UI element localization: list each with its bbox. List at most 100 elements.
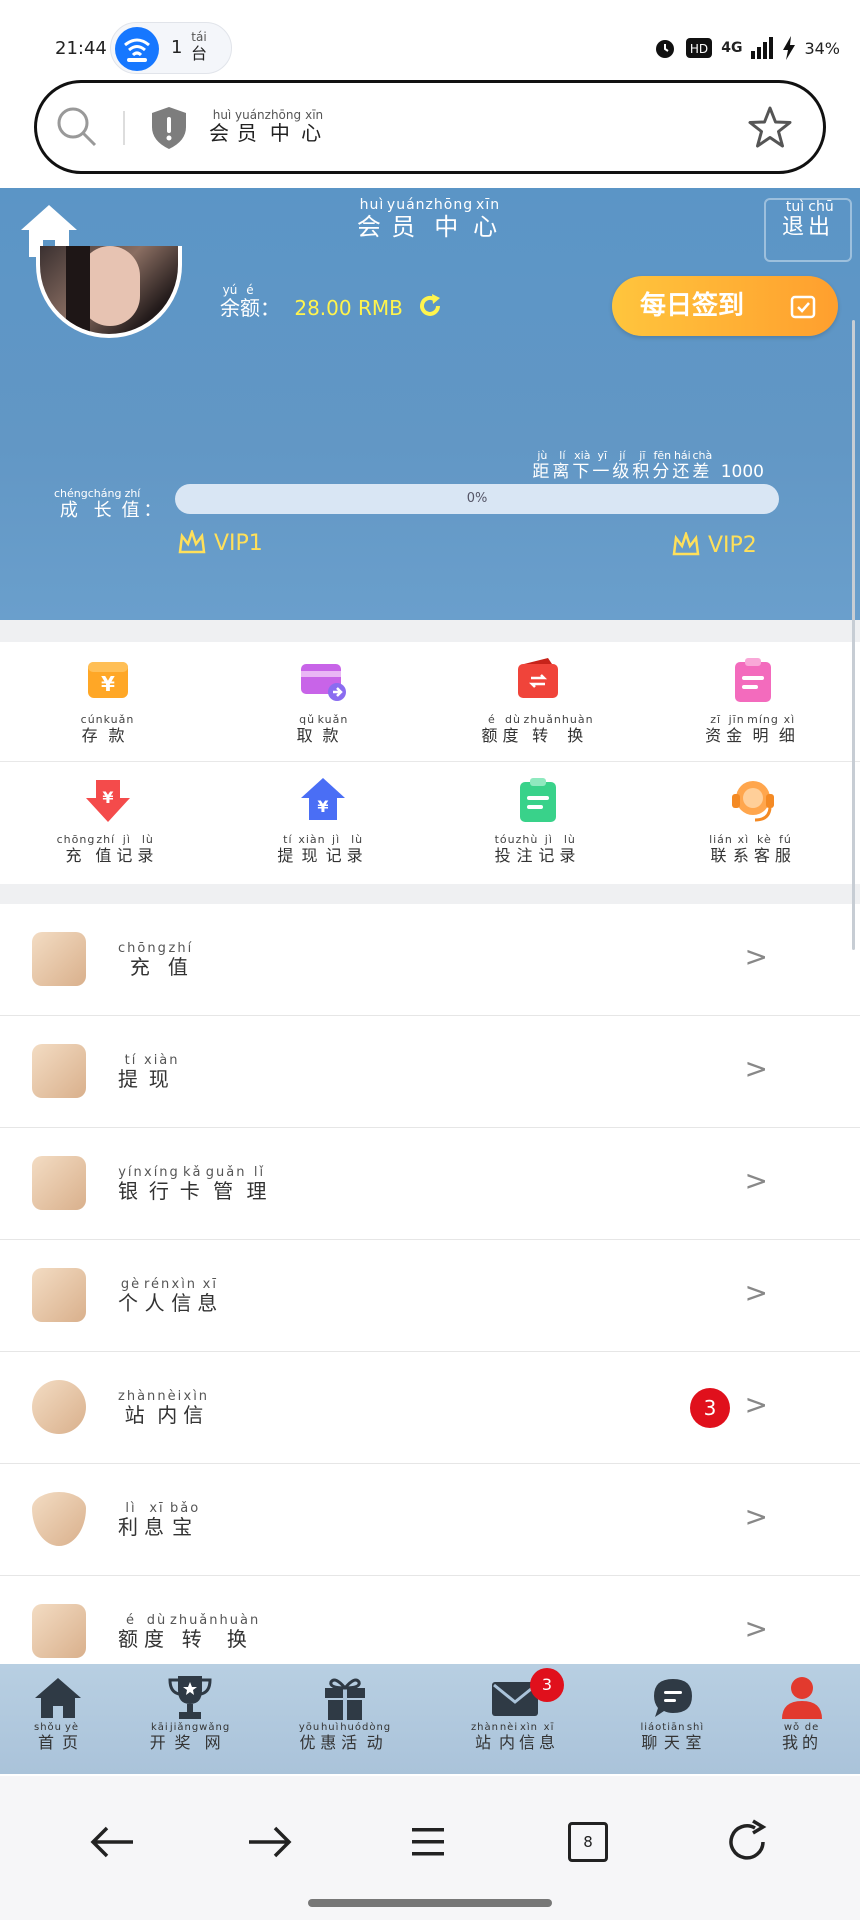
withdraw-icon bbox=[301, 664, 346, 701]
recharge-record-icon: ¥ bbox=[86, 780, 130, 822]
chevron-right-icon: > bbox=[744, 1276, 768, 1309]
grid-item-withdraw-record[interactable]: ¥ 提tí现xiàn记jì录lù bbox=[215, 762, 430, 882]
withdraw-cash-icon bbox=[32, 1044, 86, 1098]
clipboard-icon bbox=[735, 658, 771, 702]
bottom-tab-bar: 首shǒu页yè 开kāi奖jiǎng网wǎng 优yōu惠huì活huó动dò… bbox=[0, 1664, 860, 1774]
transfer-icon bbox=[518, 658, 558, 698]
svg-text:HD: HD bbox=[690, 42, 708, 56]
list-item-recharge[interactable]: 充chōng值zhí > bbox=[0, 904, 860, 1016]
status-icons: HD 4G 34% bbox=[653, 36, 840, 60]
page-title: 会huì员yuán中zhōng心xīn bbox=[356, 197, 504, 241]
tab-messages[interactable]: 3 站zhàn内nèi信xìn息xī bbox=[445, 1668, 585, 1753]
crown-icon bbox=[178, 530, 206, 554]
grid-item-transfer[interactable]: 额é度dù转zhuǎn换huàn bbox=[430, 642, 645, 762]
tab-promotions[interactable]: 优yōu惠huì活huó动dòng bbox=[275, 1674, 415, 1753]
avatar-hair bbox=[66, 246, 90, 334]
network-type: 4G bbox=[721, 40, 743, 56]
address-bar[interactable]: 会huì员yuán中zhōng心xīn bbox=[34, 80, 826, 174]
balance-value: 28.00 RMB bbox=[294, 296, 403, 320]
refresh-icon[interactable] bbox=[417, 293, 443, 319]
avatar[interactable] bbox=[36, 246, 182, 338]
gift-icon bbox=[325, 1678, 365, 1720]
grid-item-deposit[interactable]: ¥ 存cún款kuǎn bbox=[0, 642, 215, 762]
device-count: 1 bbox=[171, 37, 183, 58]
address-title: 会huì员yuán中zhōng心xīn bbox=[209, 108, 328, 145]
device-unit: 台tái bbox=[191, 30, 208, 63]
daily-checkin-button[interactable]: 每日签到 bbox=[612, 276, 838, 336]
deposit-icon: ¥ bbox=[88, 662, 128, 698]
svg-text:¥: ¥ bbox=[317, 797, 328, 816]
search-icon[interactable] bbox=[55, 105, 99, 149]
signal-icon bbox=[751, 37, 774, 59]
alarm-icon bbox=[656, 40, 675, 58]
progress-text: 0% bbox=[466, 491, 488, 506]
growth-progress-bar: 0% bbox=[175, 484, 779, 514]
home-icon bbox=[35, 1678, 81, 1718]
exchange-icon bbox=[32, 1604, 86, 1658]
chat-icon bbox=[654, 1679, 692, 1717]
menu-icon bbox=[412, 1828, 444, 1856]
tab-mine[interactable]: 我wǒ的de bbox=[732, 1674, 860, 1753]
chevron-right-icon: > bbox=[744, 1612, 768, 1645]
grid-item-bet-record[interactable]: 投tóu注zhù记jì录lù bbox=[430, 762, 645, 882]
balance: 余yú额é： 28.00 RMB bbox=[220, 283, 443, 321]
next-level-text: 距jù离lí下xià一yī级jí积jī分fēn还hái差chà 1000 bbox=[532, 449, 764, 482]
list-item-inbox[interactable]: 站zhàn内nèi信xìn 3 > bbox=[0, 1352, 860, 1464]
quick-actions-grid: ¥ 存cún款kuǎn 取qǔ款kuǎn 额é度dù转zhuǎn换huàn 资z… bbox=[0, 642, 860, 882]
wifi-icon bbox=[115, 27, 159, 71]
reload-button[interactable] bbox=[718, 1812, 778, 1872]
recharge-icon bbox=[32, 932, 86, 986]
grid-item-recharge-record[interactable]: ¥ 充chōng值zhí记jì录lù bbox=[0, 762, 215, 882]
logout-button[interactable]: 退tuì出chū bbox=[764, 198, 852, 262]
back-button[interactable] bbox=[82, 1812, 142, 1872]
crown-icon bbox=[672, 532, 700, 556]
calendar-check-icon bbox=[790, 295, 816, 319]
arrow-left-icon bbox=[90, 1826, 133, 1858]
grid-item-customer-service[interactable]: 联lián系xì客kè服fú bbox=[645, 762, 860, 882]
list-item-interest[interactable]: 利lì息xī宝bǎo > bbox=[0, 1464, 860, 1576]
list-item-bank-card[interactable]: 银yín行xíng卡kǎ管guǎn理lǐ > bbox=[0, 1128, 860, 1240]
growth-label: 成chéng长cháng值zhí： bbox=[54, 487, 166, 521]
mail-icon bbox=[32, 1380, 86, 1434]
grid-item-withdraw[interactable]: 取qǔ款kuǎn bbox=[215, 642, 430, 762]
section-gap bbox=[0, 884, 860, 904]
tab-lottery-results[interactable]: 开kāi奖jiǎng网wǎng bbox=[120, 1674, 260, 1753]
star-icon[interactable] bbox=[747, 105, 793, 151]
member-header: 会huì员yuán中zhōng心xīn 退tuì出chū 余yú额é： 28.0… bbox=[0, 188, 860, 620]
vip-current: VIP1 bbox=[178, 530, 263, 556]
tabs-button[interactable]: 8 bbox=[558, 1812, 618, 1872]
menu-button[interactable] bbox=[398, 1812, 458, 1872]
list-item-profile[interactable]: 个gè人rén信xìn息xī > bbox=[0, 1240, 860, 1352]
diamond-icon bbox=[32, 1492, 86, 1546]
chevron-right-icon: > bbox=[744, 1388, 768, 1421]
status-time: 21:44 bbox=[55, 38, 107, 59]
next-level-points: 1000 bbox=[720, 462, 764, 482]
chevron-right-icon: > bbox=[744, 940, 768, 973]
tab-chatroom[interactable]: 聊liáo天tiān室shì bbox=[603, 1674, 743, 1753]
vip-next: VIP2 bbox=[672, 532, 757, 558]
shield-warning-icon[interactable] bbox=[149, 105, 189, 151]
hd-icon: HD bbox=[686, 38, 713, 58]
gesture-home-bar[interactable] bbox=[308, 1899, 552, 1907]
hotspot-pill[interactable]: 1 台tái bbox=[110, 22, 232, 74]
forward-button[interactable] bbox=[240, 1812, 300, 1872]
status-bar: 21:44 1 台tái HD 4G 34% bbox=[0, 0, 860, 76]
divider bbox=[123, 111, 125, 145]
scrollbar[interactable] bbox=[852, 320, 855, 950]
bet-record-icon bbox=[520, 778, 556, 822]
bank-card-icon bbox=[32, 1156, 86, 1210]
withdraw-record-icon: ¥ bbox=[301, 778, 345, 820]
notification-dot bbox=[531, 1678, 541, 1688]
headset-icon bbox=[732, 781, 774, 822]
battery-level: 34% bbox=[804, 38, 840, 58]
arrow-right-icon bbox=[249, 1826, 292, 1858]
list-item-withdraw[interactable]: 提tí现xiàn > bbox=[0, 1016, 860, 1128]
user-icon bbox=[32, 1268, 86, 1322]
charging-icon bbox=[783, 36, 796, 60]
chevron-right-icon: > bbox=[744, 1500, 768, 1533]
trophy-icon bbox=[168, 1676, 212, 1719]
grid-item-fund-details[interactable]: 资zī金jīn明míng细xì bbox=[645, 642, 860, 762]
tab-home[interactable]: 首shǒu页yè bbox=[0, 1674, 128, 1753]
unread-badge: 3 bbox=[690, 1388, 730, 1428]
section-gap bbox=[0, 620, 860, 642]
